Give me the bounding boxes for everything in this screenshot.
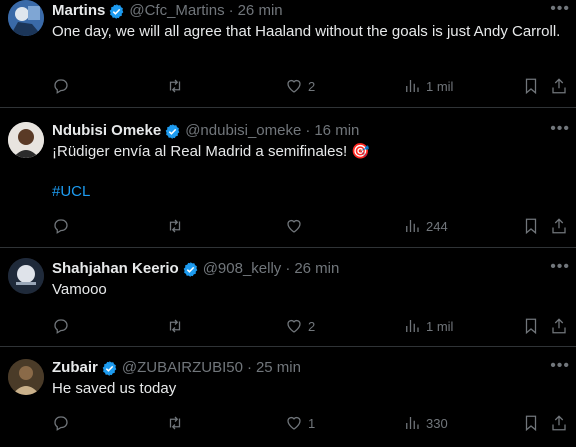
views-icon	[406, 220, 419, 232]
tweet-text: ¡Rüdiger envía al Real Madrid a semifina…	[52, 143, 370, 160]
verified-badge-icon	[110, 3, 124, 19]
reply-button[interactable]	[52, 76, 75, 96]
timestamp[interactable]: 16 min	[314, 120, 359, 142]
author-handle[interactable]: @Cfc_Martins	[129, 0, 224, 22]
separator: ·	[305, 122, 311, 139]
tweet[interactable]: Ndubisi Omeke @ndubisi_omeke · 16 min ••…	[0, 108, 576, 248]
tweet[interactable]: Shahjahan Keerio @908_kelly · 26 min •••…	[0, 248, 576, 347]
share-button[interactable]	[550, 316, 568, 336]
reply-button[interactable]	[52, 413, 75, 433]
bookmark-icon	[525, 78, 537, 95]
views-count: 330	[426, 415, 448, 431]
bookmark-button[interactable]	[522, 413, 540, 433]
timestamp[interactable]: 25 min	[256, 357, 301, 379]
retweet-icon	[169, 319, 181, 333]
share-icon	[552, 318, 566, 334]
author-handle[interactable]: @908_kelly	[203, 258, 282, 280]
tweet-text: He saved us today	[52, 380, 177, 397]
heart-icon	[287, 416, 301, 430]
views-count: 1 mil	[426, 318, 454, 334]
retweet-button[interactable]	[166, 216, 189, 236]
like-button[interactable]	[285, 216, 308, 236]
reply-button[interactable]	[52, 316, 75, 336]
timestamp[interactable]: 26 min	[294, 258, 339, 280]
retweet-icon	[169, 79, 181, 93]
reply-icon	[54, 416, 68, 431]
share-icon	[552, 415, 566, 431]
author-name[interactable]: Ndubisi Omeke	[52, 120, 161, 142]
avatar[interactable]	[8, 122, 44, 158]
avatar[interactable]	[8, 0, 44, 36]
author-name[interactable]: Martins	[52, 0, 105, 22]
author-name[interactable]: Zubair	[52, 357, 98, 379]
heart-icon	[287, 319, 301, 333]
avatar[interactable]	[8, 359, 44, 395]
reply-button[interactable]	[52, 216, 75, 236]
separator: ·	[285, 260, 291, 277]
views-icon	[406, 80, 419, 92]
views-count: 244	[426, 218, 448, 234]
views-button[interactable]: 244	[403, 216, 448, 236]
bookmark-button[interactable]	[522, 216, 540, 236]
author-handle[interactable]: @ndubisi_omeke	[185, 120, 301, 142]
retweet-button[interactable]	[166, 76, 189, 96]
views-button[interactable]: 330	[403, 413, 448, 433]
verified-badge-icon	[165, 123, 180, 139]
share-button[interactable]	[550, 413, 568, 433]
views-icon	[406, 417, 419, 429]
timeline-feed: Martins @Cfc_Martins · 26 min ••• One da…	[0, 0, 576, 432]
reply-icon	[54, 79, 68, 94]
share-icon	[552, 78, 566, 94]
reply-icon	[54, 319, 68, 334]
share-icon	[552, 218, 566, 234]
verified-badge-icon	[183, 261, 198, 277]
views-icon	[406, 320, 419, 332]
bookmark-icon	[525, 318, 537, 335]
reply-icon	[54, 219, 68, 234]
tweet[interactable]: Zubair @ZUBAIRZUBI50 · 25 min ••• He sav…	[0, 347, 576, 447]
author-name[interactable]: Shahjahan Keerio	[52, 258, 179, 280]
retweet-icon	[169, 416, 181, 430]
more-icon[interactable]: •••	[550, 0, 570, 18]
avatar[interactable]	[8, 258, 44, 294]
separator: ·	[228, 2, 234, 19]
bookmark-button[interactable]	[522, 316, 540, 336]
more-icon[interactable]: •••	[550, 357, 570, 375]
like-count: 2	[308, 78, 316, 94]
heart-icon	[287, 219, 301, 233]
more-icon[interactable]: •••	[550, 120, 570, 138]
like-button[interactable]: 2	[285, 76, 315, 96]
like-count: 1	[308, 415, 316, 431]
views-button[interactable]: 1 mil	[403, 76, 453, 96]
share-button[interactable]	[550, 76, 568, 96]
separator: ·	[246, 359, 252, 376]
retweet-button[interactable]	[166, 316, 189, 336]
like-button[interactable]: 2	[285, 316, 315, 336]
timestamp[interactable]: 26 min	[238, 0, 283, 22]
views-count: 1 mil	[426, 78, 454, 94]
verified-badge-icon	[102, 360, 117, 376]
heart-icon	[287, 79, 301, 93]
hashtag-link[interactable]: #UCL	[52, 182, 570, 202]
like-button[interactable]: 1	[285, 413, 315, 433]
tweet-text: One day, we will all agree that Haaland …	[52, 23, 561, 40]
tweet[interactable]: Martins @Cfc_Martins · 26 min ••• One da…	[0, 0, 576, 108]
author-handle[interactable]: @ZUBAIRZUBI50	[122, 357, 243, 379]
tweet-text: Vamooo	[52, 281, 107, 298]
bookmark-button[interactable]	[522, 76, 540, 96]
bookmark-icon	[525, 415, 537, 432]
like-count: 2	[308, 318, 316, 334]
share-button[interactable]	[550, 216, 568, 236]
retweet-icon	[169, 219, 181, 233]
retweet-button[interactable]	[166, 413, 189, 433]
bookmark-icon	[525, 218, 537, 235]
more-icon[interactable]: •••	[550, 258, 570, 276]
views-button[interactable]: 1 mil	[403, 316, 453, 336]
